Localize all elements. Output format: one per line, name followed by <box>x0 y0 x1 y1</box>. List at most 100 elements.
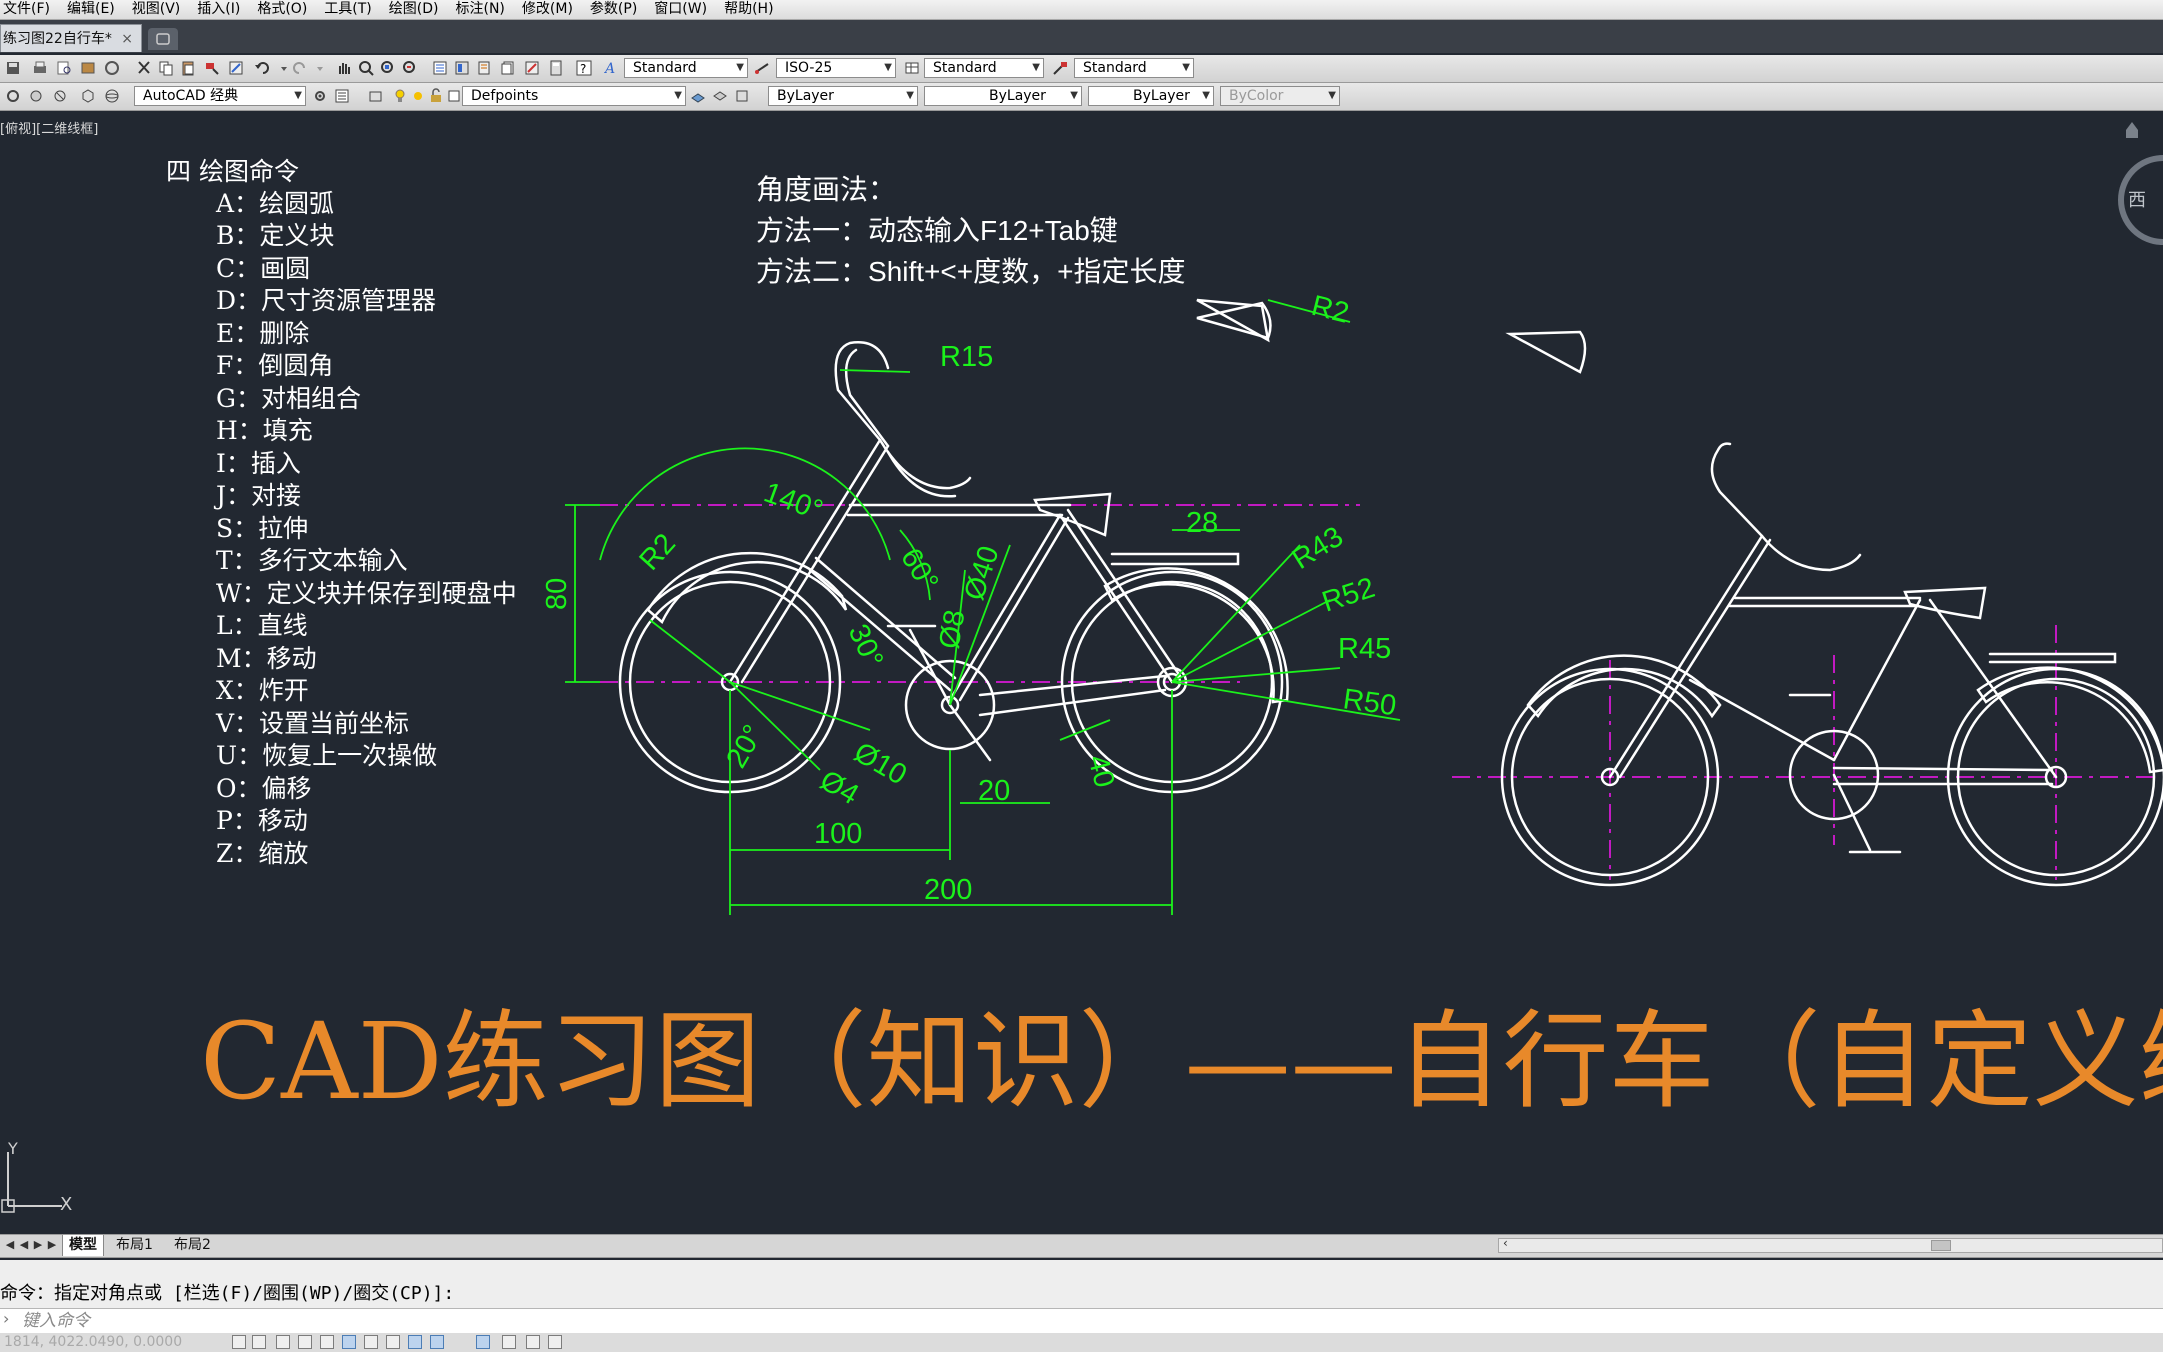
block-editor-icon[interactable] <box>228 60 244 76</box>
note-line-3-mid: 度数， <box>973 255 1057 288</box>
cut-icon[interactable] <box>136 60 152 76</box>
lineweight-select[interactable]: ByLayer ▼ <box>1088 86 1214 106</box>
command-item: B：定义块 <box>216 221 334 250</box>
scrollbar-thumb[interactable] <box>1931 1240 1951 1251</box>
menu-parametric[interactable]: 参数(P) <box>587 0 651 19</box>
menu-edit[interactable]: 编辑(E) <box>64 0 129 19</box>
multileader-style-select[interactable]: Standard ▼ <box>1074 58 1194 78</box>
3d-object-snap-icon[interactable] <box>548 1335 562 1349</box>
color-select[interactable]: ByLayer ▼ <box>768 86 918 106</box>
viewcube[interactable]: 西 <box>2118 122 2163 245</box>
tab-layout2[interactable]: 布局2 <box>168 1235 217 1256</box>
markup-icon[interactable] <box>524 60 540 76</box>
drawing-canvas[interactable]: 四 绘图命令 A：绘圆弧 B：定义块 C：画圆 D：尺寸资源管理器 E：删除 F… <box>0 112 2163 1232</box>
copy-icon[interactable] <box>158 60 174 76</box>
match-properties-icon[interactable] <box>204 60 220 76</box>
design-center-icon[interactable] <box>454 60 470 76</box>
command-item: P：移动 <box>216 806 308 835</box>
next-layout-icon[interactable]: ▶ <box>31 1238 45 1252</box>
object-snap-tracking-icon[interactable] <box>408 1335 422 1349</box>
undo-icon[interactable] <box>254 60 270 76</box>
dimension-style-select[interactable]: ISO-25 ▼ <box>776 58 896 78</box>
3d-view-icon[interactable] <box>80 88 96 104</box>
lock-icon[interactable] <box>428 88 444 104</box>
layer-properties-icon[interactable] <box>334 88 350 104</box>
tab-model[interactable]: 模型 <box>62 1235 104 1256</box>
print-icon[interactable] <box>32 60 48 76</box>
sun-icon[interactable] <box>410 88 426 104</box>
document-tab-active[interactable]: 练习图22自行车* × <box>0 24 142 52</box>
menu-window[interactable]: 窗口(W) <box>651 0 721 19</box>
menu-view[interactable]: 视图(V) <box>129 0 195 19</box>
new-tab-button[interactable] <box>148 28 178 50</box>
pan-icon[interactable] <box>336 60 352 76</box>
lightbulb-icon[interactable] <box>392 88 408 104</box>
gear-icon[interactable] <box>312 88 328 104</box>
ortho-mode-icon[interactable] <box>342 1335 356 1349</box>
layer-match-icon[interactable] <box>712 88 728 104</box>
note-line-3-end: +指定长度 <box>1057 256 1185 287</box>
command-input[interactable] <box>20 1310 1924 1332</box>
tool-palettes-icon[interactable] <box>476 60 492 76</box>
paste-icon[interactable] <box>180 60 196 76</box>
sheet-set-icon[interactable] <box>500 60 516 76</box>
help-icon[interactable]: ? <box>576 60 592 76</box>
workspace-select[interactable]: AutoCAD 经典 ▼ <box>134 86 306 106</box>
menu-tools[interactable]: 工具(T) <box>321 0 385 19</box>
workspace-save-icon[interactable] <box>28 88 44 104</box>
text-style-select[interactable]: Standard ▼ <box>624 58 748 78</box>
previous-layout-icon[interactable]: ◀ <box>17 1238 31 1252</box>
dim-label-r50: R50 <box>1341 683 1398 722</box>
3d-print-icon[interactable] <box>104 60 120 76</box>
print-preview-icon[interactable] <box>56 60 72 76</box>
workspace-reset-icon[interactable] <box>52 88 68 104</box>
menu-dimension[interactable]: 标注(N) <box>453 0 519 19</box>
selection-cycling-icon[interactable] <box>526 1335 540 1349</box>
menu-draw[interactable]: 绘图(D) <box>386 0 453 19</box>
dynamic-input-icon[interactable] <box>320 1335 334 1349</box>
color-value: ByLayer <box>777 88 834 104</box>
model-space-icon[interactable] <box>232 1335 246 1349</box>
undo-dropdown-icon[interactable] <box>276 60 292 76</box>
layer-isolate-icon[interactable] <box>734 88 750 104</box>
zoom-previous-icon[interactable] <box>402 60 418 76</box>
menu-format[interactable]: 格式(O) <box>254 0 321 19</box>
command-heading: 四 绘图命令 <box>166 157 299 186</box>
workspace-settings-icon[interactable] <box>5 88 21 104</box>
calculator-icon[interactable] <box>548 60 564 76</box>
rear-rack <box>1110 552 1240 566</box>
close-tab-icon[interactable]: × <box>121 25 133 53</box>
zoom-realtime-icon[interactable] <box>358 60 374 76</box>
linetype-select[interactable]: ByLayer ▼ <box>924 86 1082 106</box>
object-snap-icon[interactable] <box>430 1335 444 1349</box>
tab-layout1[interactable]: 布局1 <box>110 1235 159 1256</box>
lineweight-display-icon[interactable] <box>476 1335 490 1349</box>
last-layout-icon[interactable]: ▶ <box>45 1238 59 1252</box>
menu-help[interactable]: 帮助(H) <box>721 0 787 19</box>
redo-dropdown-icon[interactable] <box>312 60 328 76</box>
scroll-left-icon[interactable]: ‹ <box>1503 1236 1508 1250</box>
menu-insert[interactable]: 插入(I) <box>194 0 254 19</box>
polar-tracking-icon[interactable] <box>364 1335 378 1349</box>
viewcube-west-label[interactable]: 西 <box>2128 190 2146 211</box>
redo-icon[interactable] <box>292 60 308 76</box>
menu-file[interactable]: 文件(F) <box>0 0 64 19</box>
grid-display-icon[interactable] <box>252 1335 266 1349</box>
zoom-window-icon[interactable] <box>380 60 396 76</box>
first-layout-icon[interactable]: ◀ <box>3 1238 17 1252</box>
menu-modify[interactable]: 修改(M) <box>519 0 587 19</box>
layer-previous-icon[interactable] <box>368 88 384 104</box>
layer-select[interactable]: Defpoints ▼ <box>462 86 686 106</box>
properties-icon[interactable] <box>432 60 448 76</box>
horizontal-scrollbar[interactable]: ‹ <box>1498 1236 2163 1253</box>
infer-constraints-icon[interactable] <box>298 1335 312 1349</box>
transparency-icon[interactable] <box>502 1335 516 1349</box>
publish-icon[interactable] <box>80 60 96 76</box>
save-icon[interactable] <box>5 60 21 76</box>
home-icon[interactable] <box>2126 122 2138 138</box>
isometric-drafting-icon[interactable] <box>386 1335 400 1349</box>
table-style-select[interactable]: Standard ▼ <box>924 58 1044 78</box>
3d-orbit-icon[interactable] <box>104 88 120 104</box>
make-current-layer-icon[interactable] <box>690 88 706 104</box>
snap-mode-icon[interactable] <box>276 1335 290 1349</box>
